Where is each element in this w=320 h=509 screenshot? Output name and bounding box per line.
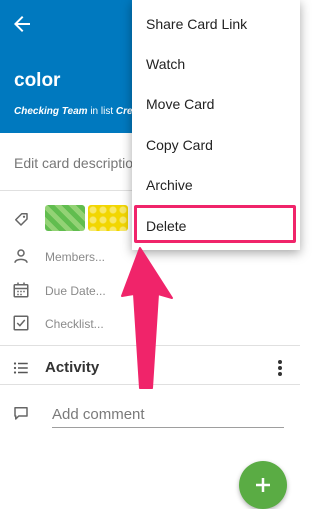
add-fab-button[interactable]	[239, 461, 287, 509]
checklist-field[interactable]: Checklist...	[45, 317, 104, 331]
members-field[interactable]: Members...	[45, 250, 105, 264]
more-options-icon[interactable]	[272, 358, 288, 378]
comment-input[interactable]: Add comment	[52, 406, 145, 423]
menu-item-copy-card[interactable]: Copy Card	[132, 125, 300, 165]
back-arrow-icon[interactable]	[10, 12, 34, 36]
board-name: Checking Team	[14, 106, 88, 117]
person-icon	[14, 249, 28, 263]
menu-item-label: Watch	[146, 56, 186, 72]
activity-heading: Activity	[45, 359, 100, 376]
comment-underline	[52, 427, 284, 428]
calendar-icon	[13, 282, 29, 298]
menu-item-label: Archive	[146, 177, 193, 193]
card-title[interactable]: color	[14, 70, 60, 92]
due-date-field[interactable]: Due Date...	[45, 284, 106, 298]
checklist-icon	[13, 315, 29, 331]
menu-item-label: Copy Card	[146, 137, 213, 153]
menu-item-label: Move Card	[146, 96, 215, 112]
delete-highlight-box	[134, 205, 296, 243]
menu-item-label: Share Card Link	[146, 16, 248, 32]
comment-bubble-icon	[14, 407, 28, 420]
label-green[interactable]	[45, 205, 85, 231]
label-tag-icon	[15, 213, 28, 226]
list-prefix: in list	[90, 106, 114, 117]
menu-item-archive[interactable]: Archive	[132, 165, 300, 205]
activity-list-icon	[13, 362, 28, 374]
activity-divider	[0, 384, 300, 385]
description-placeholder: Edit card description	[14, 155, 141, 171]
card-location: Checking Team in list Crea	[14, 106, 138, 117]
menu-item-watch[interactable]: Watch	[132, 44, 300, 84]
plus-icon	[256, 478, 270, 492]
section-divider	[0, 345, 300, 346]
label-yellow[interactable]	[88, 205, 128, 231]
menu-item-share-card-link[interactable]: Share Card Link	[132, 4, 300, 44]
menu-item-move-card[interactable]: Move Card	[132, 84, 300, 124]
